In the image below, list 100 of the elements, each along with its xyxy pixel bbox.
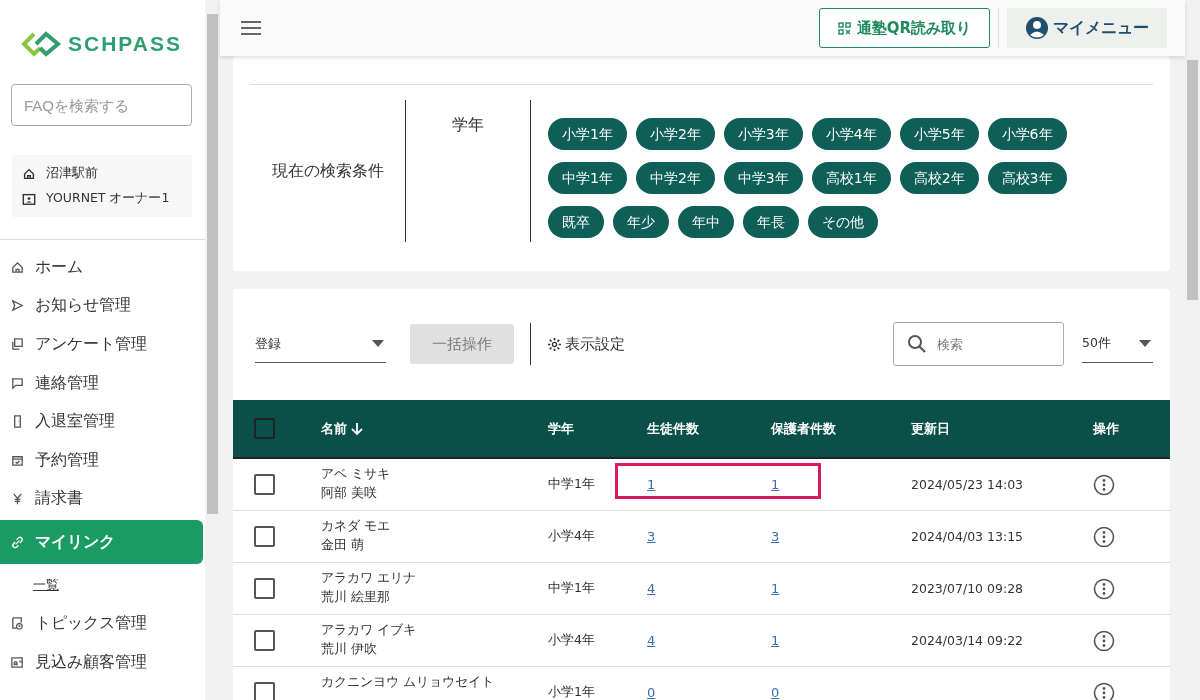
column-header: 学年 [548, 419, 575, 438]
grade-chip[interactable]: 小学2年 [635, 118, 715, 150]
grade-chip[interactable]: 中学1年 [548, 162, 627, 194]
logo-text: SCHPASS [68, 32, 182, 56]
grade-chip[interactable]: 小学1年 [548, 118, 627, 150]
sidebar-item[interactable]: マイリンク [0, 520, 203, 565]
qr-scan-button[interactable]: 通塾QR読み取り [818, 8, 990, 48]
qr-code-icon [837, 21, 851, 35]
name-kana: カネダ モエ [321, 518, 390, 535]
student-count-link[interactable]: 1 [647, 477, 656, 492]
grade-chip[interactable]: 年長 [743, 206, 799, 238]
display-settings-button[interactable]: 表示設定 [547, 334, 625, 354]
sidebar-subitem[interactable]: 一覧 [0, 566, 59, 605]
id-badge-icon [22, 191, 36, 206]
grade-chip[interactable]: 小学6年 [987, 118, 1067, 150]
sidebar-item[interactable]: 見込み顧客管理 [0, 642, 205, 682]
sort-select[interactable]: 登録 [255, 325, 386, 363]
more-options-icon[interactable] [1093, 629, 1115, 652]
sidebar-item[interactable]: トピックス管理 [0, 604, 205, 643]
logo-icon [20, 31, 64, 57]
grade-chip[interactable]: 高校3年 [987, 162, 1067, 194]
more-options-icon[interactable] [1093, 577, 1115, 600]
grade-chip[interactable]: 年少 [613, 206, 669, 238]
conditions-label: 現在の検索条件 [250, 100, 406, 242]
grade-chip[interactable]: 高校1年 [811, 162, 891, 194]
grade-chip[interactable]: 小学3年 [723, 118, 803, 150]
sidebar-item[interactable]: 請求書 [0, 479, 205, 519]
grade-chip[interactable]: 中学2年 [635, 162, 715, 194]
grade-cell-text: 中学1年 [548, 580, 596, 597]
grade-label: 学年 [406, 100, 531, 242]
grade-chip[interactable]: 年中 [678, 206, 734, 238]
updated-date: 2024/03/14 09:22 [911, 633, 1024, 648]
dropdown-caret-icon [372, 340, 384, 347]
guardian-count-link[interactable]: 1 [771, 633, 780, 648]
topics-icon [10, 615, 25, 631]
row-checkbox[interactable] [254, 682, 275, 700]
yen-icon [10, 491, 25, 507]
name-kanji: 金田 萌 [321, 537, 364, 554]
column-header: 更新日 [911, 419, 951, 438]
grade-cell-text: 小学4年 [548, 528, 596, 545]
grade-chip[interactable]: 高校2年 [899, 162, 979, 194]
account-icon [1025, 16, 1049, 40]
row-checkbox[interactable] [254, 578, 275, 599]
name-kanji: 阿部 美咲 [321, 485, 377, 502]
sidebar-item[interactable]: 予約管理 [0, 440, 205, 480]
search-icon [907, 334, 927, 354]
grade-chip[interactable]: 小学5年 [899, 118, 979, 150]
select-all-checkbox[interactable] [254, 418, 275, 439]
grade-cell-text: 小学1年 [548, 684, 596, 700]
search-field[interactable]: 検索 [893, 322, 1064, 366]
school-name: 沼津駅前 [46, 165, 98, 182]
row-checkbox[interactable] [254, 526, 275, 547]
link-icon [10, 534, 25, 550]
sidebar-item[interactable]: アンケート管理 [0, 325, 205, 364]
row-checkbox[interactable] [254, 630, 275, 651]
name-kana: アラカワ イブキ [321, 622, 416, 639]
user-name: YOURNET オーナー1 [46, 190, 170, 207]
row-checkbox[interactable] [254, 474, 275, 495]
grade-cell-text: 小学4年 [548, 632, 596, 649]
updated-date: 2024/04/03 13:15 [911, 529, 1024, 544]
guardian-count-link[interactable]: 1 [771, 581, 780, 596]
sidebar-item[interactable]: 入退室管理 [0, 402, 205, 441]
name-kana: アベ ミサキ [321, 466, 390, 483]
name-kana: アラカワ エリナ [321, 570, 416, 587]
grade-chip[interactable]: 既卒 [548, 206, 604, 238]
prospect-icon [10, 654, 25, 670]
more-options-icon[interactable] [1093, 473, 1115, 496]
student-count-link[interactable]: 4 [647, 633, 656, 648]
name-kanji: 荒川 伊吹 [321, 641, 377, 658]
grade-chip[interactable]: 中学3年 [723, 162, 803, 194]
guardian-count-link[interactable]: 0 [771, 685, 780, 700]
page-size-select[interactable]: 50件 [1082, 325, 1153, 363]
sidebar-item[interactable]: お知らせ管理 [0, 286, 205, 326]
column-header: 生徒件数 [647, 419, 700, 438]
column-header: 保護者件数 [771, 419, 837, 438]
sidebar-item[interactable]: ホーム [0, 248, 205, 287]
grade-chip[interactable]: 小学4年 [811, 118, 891, 150]
column-header[interactable]: 名前 [321, 419, 548, 438]
grade-chip[interactable]: その他 [808, 206, 878, 238]
send-icon [10, 298, 25, 314]
updated-date: 2023/07/10 09:28 [911, 581, 1024, 596]
student-count-link[interactable]: 0 [647, 685, 656, 700]
more-options-icon[interactable] [1093, 681, 1115, 700]
name-kana: カクニンヨウ ムリョウセイト [321, 674, 494, 691]
settings-icon [547, 336, 562, 352]
student-count-link[interactable]: 4 [647, 581, 656, 596]
faq-search-field[interactable]: FAQを検索する [11, 84, 192, 126]
menu-icon[interactable] [240, 20, 262, 36]
home-icon [22, 166, 36, 181]
column-header: 操作 [1093, 419, 1120, 438]
updated-date: 2024/05/23 14:03 [911, 477, 1024, 492]
my-menu-button[interactable]: マイメニュー [1007, 8, 1167, 48]
more-options-icon[interactable] [1093, 525, 1115, 548]
guardian-count-link[interactable]: 1 [771, 477, 780, 492]
survey-icon [10, 337, 25, 352]
student-count-link[interactable]: 3 [647, 529, 656, 544]
sort-arrow-icon [351, 421, 363, 436]
chat-icon [10, 375, 25, 391]
guardian-count-link[interactable]: 3 [771, 529, 780, 544]
sidebar-item[interactable]: 連絡管理 [0, 363, 205, 403]
